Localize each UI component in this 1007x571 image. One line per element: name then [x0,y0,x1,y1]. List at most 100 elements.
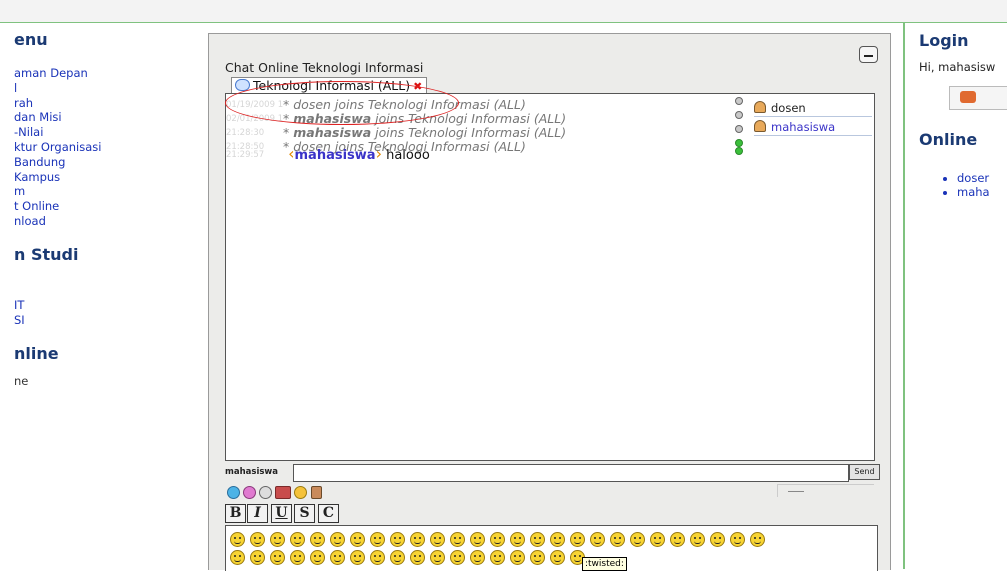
color-picker-icon[interactable] [243,486,256,499]
chat-title: Chat Online Teknologi Informasi [225,60,424,75]
smiley-icon[interactable] [290,532,305,547]
smiley-icon[interactable] [710,532,725,547]
smiley-icon[interactable] [270,550,285,565]
emoticon-icon[interactable] [294,486,307,499]
smiley-icon[interactable] [730,532,745,547]
nick-label: mahasiswa [225,467,279,477]
color-button[interactable]: C [318,504,339,523]
smiley-icon[interactable] [690,532,705,547]
menu-item[interactable]: Bandung [14,155,101,170]
smiley-icon[interactable] [410,550,425,565]
chat-message-row: 21:29:57 ‹mahasiswa› halooo [226,144,748,163]
smiley-icon[interactable] [490,532,505,547]
smiley-icon[interactable] [450,550,465,565]
online-heading-left: nline [14,344,59,363]
smiley-icon[interactable] [330,550,345,565]
user-icon[interactable] [311,486,322,499]
smiley-icon[interactable] [650,532,665,547]
smiley-icon[interactable] [510,550,525,565]
menu-item[interactable]: aman Depan [14,66,101,81]
smiley-icon[interactable] [430,550,445,565]
smiley-icon[interactable] [490,550,505,565]
logout-button[interactable] [949,86,1007,110]
smiley-icon[interactable] [230,532,245,547]
message-status-dot [735,111,743,119]
user-list-item[interactable]: mahasiswa [754,119,872,136]
user-list: dosen mahasiswa [748,93,875,461]
smiley-icon[interactable] [750,532,765,547]
smiley-icon[interactable] [670,532,685,547]
menu-heading: enu [14,30,48,49]
smiley-icon[interactable] [250,532,265,547]
online-heading-right: Online [919,130,978,149]
studi-list: IT SI [14,298,25,327]
menu-item[interactable]: dan Misi [14,110,101,125]
smiley-icon[interactable] [610,532,625,547]
smiley-icon[interactable] [350,532,365,547]
studi-heading: n Studi [14,245,79,264]
send-button[interactable]: Send [849,464,880,480]
smiley-icon[interactable] [250,550,265,565]
menu-item[interactable]: Kampus [14,170,101,185]
menu-item[interactable]: nload [14,214,101,229]
menu-item[interactable]: t Online [14,199,101,214]
message-area[interactable]: 21:28:50 * dosen joins Teknologi Informas… [225,93,749,461]
menu-item[interactable]: -Nilai [14,125,101,140]
bold-button[interactable]: B [225,504,246,523]
sound-icon[interactable] [275,486,291,499]
top-bar [0,0,1007,23]
studi-item[interactable]: SI [14,313,25,328]
smiley-icon[interactable] [230,550,245,565]
smiley-icon[interactable] [290,550,305,565]
message-input[interactable] [293,464,849,482]
smiley-icon[interactable] [630,532,645,547]
online-user[interactable]: maha [957,185,990,199]
clock-icon[interactable] [259,486,272,499]
user-name: dosen [771,101,806,115]
user-list-item[interactable]: dosen [754,100,872,117]
smiley-icon[interactable] [390,532,405,547]
login-heading: Login [919,31,969,50]
studi-item[interactable]: IT [14,298,25,313]
online-user[interactable]: doser [957,171,990,185]
smiley-icon[interactable] [370,550,385,565]
menu-item[interactable]: ktur Organisasi [14,140,101,155]
strike-button[interactable]: S [294,504,315,523]
smiley-icon[interactable] [310,532,325,547]
user-name: mahasiswa [771,120,836,134]
color-preview[interactable] [777,484,874,497]
smiley-icon[interactable] [390,550,405,565]
smiley-menu-icon[interactable] [227,486,240,499]
message-user: mahasiswa [293,125,372,140]
smiley-icon[interactable] [470,532,485,547]
smiley-icon[interactable] [470,550,485,565]
smiley-icon[interactable] [510,532,525,547]
smiley-icon[interactable] [530,532,545,547]
smiley-icon[interactable] [270,532,285,547]
smiley-icon[interactable] [530,550,545,565]
smiley-icon[interactable] [330,532,345,547]
smiley-icon[interactable] [550,532,565,547]
italic-button[interactable]: I [247,504,268,523]
red-highlight-circle [225,81,459,125]
menu-item[interactable]: l [14,81,101,96]
smiley-icon[interactable] [410,532,425,547]
smiley-icon[interactable] [590,532,605,547]
menu-list: aman Depan l rah dan Misi -Nilai ktur Organis… [14,66,101,229]
message-time: 21:29:57 [226,149,265,160]
smiley-icon[interactable] [350,550,365,565]
smiley-icon[interactable] [310,550,325,565]
menu-item[interactable]: m [14,184,101,199]
smiley-icon[interactable] [370,532,385,547]
smiley-icon[interactable] [450,532,465,547]
message-text: halooo [381,148,430,163]
menu-item[interactable]: rah [14,96,101,111]
right-sidebar: Login Hi, mahasisw Online dosermaha [919,22,1007,569]
login-greeting: Hi, mahasisw [919,60,996,74]
smiley-icon[interactable] [570,532,585,547]
message-nick[interactable]: mahasiswa [295,148,376,163]
smiley-icon[interactable] [550,550,565,565]
underline-button[interactable]: U [271,504,292,523]
minimize-button[interactable] [859,46,878,63]
smiley-icon[interactable] [430,532,445,547]
